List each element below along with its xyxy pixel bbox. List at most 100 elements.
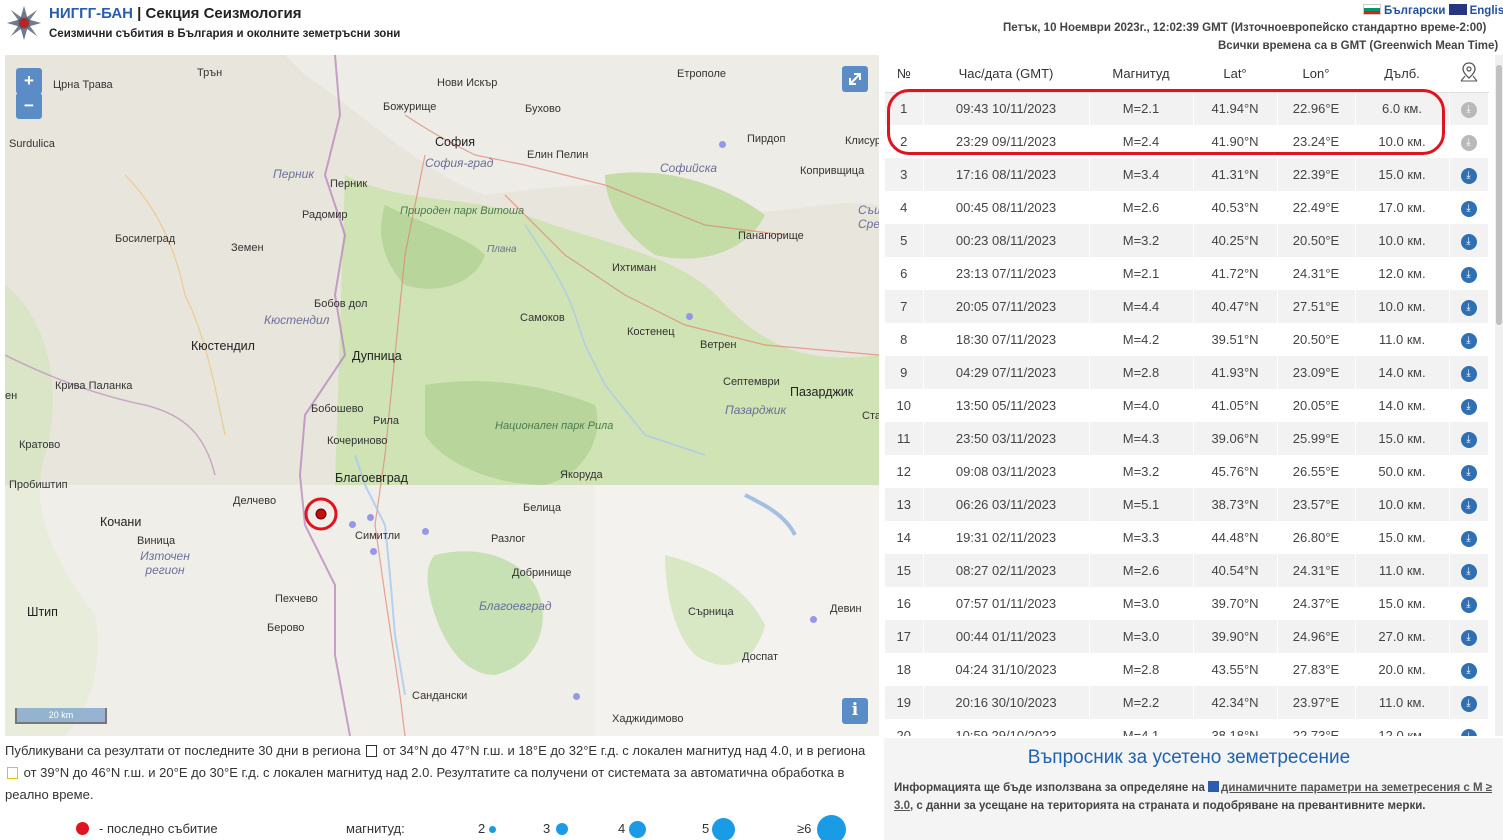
row-download-cell[interactable]: ⤓ [1449,224,1489,257]
download-icon[interactable]: ⤓ [1460,662,1477,679]
map-label: Бухово [525,103,561,115]
download-icon[interactable]: ⤓ [1460,497,1477,514]
table-row[interactable]: 9 04:29 07/11/2023 M=2.8 41.93°N 23.09°E 14.0… [885,356,1489,389]
row-download-cell[interactable]: ⤓ [1449,158,1489,191]
download-icon[interactable]: ⤓ [1460,365,1477,382]
fullscreen-button[interactable] [842,66,868,92]
download-icon[interactable]: ⤓ [1460,332,1477,349]
row-download-cell[interactable]: ⤓ [1449,389,1489,422]
download-icon[interactable]: ⤓ [1460,728,1477,736]
table-row[interactable]: 4 00:45 08/11/2023 M=2.6 40.53°N 22.49°E 17.0… [885,191,1489,224]
table-row[interactable]: 11 23:50 03/11/2023 M=4.3 39.06°N 25.99°E 15.… [885,422,1489,455]
download-icon[interactable]: ⤓ [1460,398,1477,415]
download-icon[interactable]: ⤓ [1460,563,1477,580]
row-download-cell[interactable]: ⤓ [1449,488,1489,521]
row-depth: 11.0 км. [1355,554,1450,587]
col-lon[interactable]: Lon° [1277,55,1355,93]
table-row[interactable]: 5 00:23 08/11/2023 M=3.2 40.25°N 20.50°E 10.0… [885,224,1489,257]
col-depth[interactable]: Дълб. [1355,55,1449,93]
row-download-cell[interactable]: ⤓ [1449,125,1489,158]
section-name: Секция Сеизмология [145,5,302,22]
org-name[interactable]: НИГГГ-БАН [49,5,133,22]
col-lat[interactable]: Lat° [1193,55,1277,93]
lang-bg-link[interactable]: Български [1384,5,1445,17]
info-icon[interactable]: i [842,698,868,724]
bulgarian-flag-icon[interactable] [1363,4,1381,15]
table-row[interactable]: 1 09:43 10/11/2023 M=2.1 41.94°N 22.96°E 6.0 … [885,92,1489,125]
lang-en-link[interactable]: English [1470,5,1503,17]
download-icon[interactable]: ⤓ [1460,596,1477,613]
download-icon[interactable]: ⤓ [1460,101,1477,118]
col-map[interactable] [1449,55,1488,93]
earthquake-marker[interactable] [367,514,374,521]
table-row[interactable]: 13 06:26 03/11/2023 M=5.1 38.73°N 23.57°E 10.… [885,488,1489,521]
row-download-cell[interactable]: ⤓ [1449,653,1489,686]
table-row[interactable]: 3 17:16 08/11/2023 M=3.4 41.31°N 22.39°E 15.0… [885,158,1489,191]
download-icon[interactable]: ⤓ [1460,695,1477,712]
table-row[interactable]: 14 19:31 02/11/2023 M=3.3 44.48°N 26.80°E 15.… [885,521,1489,554]
table-row[interactable]: 20 10:59 29/10/2023 M=4.1 38.18°N 22.73°E 12.… [885,719,1489,736]
row-download-cell[interactable]: ⤓ [1449,686,1489,719]
table-row[interactable]: 16 07:57 01/11/2023 M=3.0 39.70°N 24.37°E 15.… [885,587,1489,620]
row-download-cell[interactable]: ⤓ [1449,521,1489,554]
survey-title-link[interactable]: Въпросник за усетено земетресение [884,747,1494,769]
english-flag-icon[interactable] [1448,4,1467,15]
scrollbar-thumb[interactable] [1496,65,1502,325]
download-icon[interactable]: ⤓ [1460,134,1477,151]
earthquake-marker[interactable] [719,141,726,148]
row-lat: 40.47°N [1193,290,1278,323]
col-magnitude[interactable]: Магнитуд [1089,55,1193,93]
last-event-marker[interactable] [303,496,339,532]
download-icon[interactable]: ⤓ [1460,629,1477,646]
row-download-cell[interactable]: ⤓ [1449,719,1489,736]
row-download-cell[interactable]: ⤓ [1449,92,1489,125]
earthquake-marker[interactable] [686,313,693,320]
col-datetime[interactable]: Час/дата (GMT) [923,55,1089,93]
table-row[interactable]: 2 23:29 09/11/2023 M=2.4 41.90°N 23.24°E 10.0… [885,125,1489,158]
col-number[interactable]: № [885,55,923,93]
earthquake-marker[interactable] [349,521,356,528]
zoom-in-button[interactable]: + [16,68,42,94]
row-download-cell[interactable]: ⤓ [1449,257,1489,290]
earthquake-marker[interactable] [810,616,817,623]
download-icon[interactable]: ⤓ [1460,530,1477,547]
row-download-cell[interactable]: ⤓ [1449,620,1489,653]
map-label: Бобов дол [314,298,368,310]
row-download-cell[interactable]: ⤓ [1449,587,1489,620]
earthquake-marker[interactable] [422,528,429,535]
row-download-cell[interactable]: ⤓ [1449,323,1489,356]
table-row[interactable]: 8 18:30 07/11/2023 M=4.2 39.51°N 20.50°E 11.0… [885,323,1489,356]
seismic-map[interactable]: Трън Црна Трава Surdulica Нови Искър Бож… [5,55,879,736]
row-download-cell[interactable]: ⤓ [1449,554,1489,587]
earthquake-marker[interactable] [370,548,377,555]
row-download-cell[interactable]: ⤓ [1449,455,1489,488]
row-lat: 38.73°N [1193,488,1278,521]
download-icon[interactable]: ⤓ [1460,167,1477,184]
download-icon[interactable]: ⤓ [1460,233,1477,250]
row-download-cell[interactable]: ⤓ [1449,356,1489,389]
row-download-cell[interactable]: ⤓ [1449,422,1489,455]
table-row[interactable]: 18 04:24 31/10/2023 M=2.8 43.55°N 27.83°E 20.… [885,653,1489,686]
download-icon[interactable]: ⤓ [1460,299,1477,316]
table-row[interactable]: 19 20:16 30/10/2023 M=2.2 42.34°N 23.97°E 11.… [885,686,1489,719]
download-icon[interactable]: ⤓ [1460,464,1477,481]
events-table-panel[interactable]: № Час/дата (GMT) Магнитуд Lat° Lon° Дълб… [885,55,1495,736]
table-row[interactable]: 7 20:05 07/11/2023 M=4.4 40.47°N 27.51°E 10.0… [885,290,1489,323]
table-row[interactable]: 12 09:08 03/11/2023 M=3.2 45.76°N 26.55°E 50.… [885,455,1489,488]
row-lon: 24.96°E [1277,620,1356,653]
row-download-cell[interactable]: ⤓ [1449,290,1489,323]
table-row[interactable]: 15 08:27 02/11/2023 M=2.6 40.54°N 24.31°E 11.… [885,554,1489,587]
download-icon[interactable]: ⤓ [1460,431,1477,448]
table-scrollbar[interactable] [1495,55,1503,736]
table-row[interactable]: 17 00:44 01/11/2023 M=3.0 39.90°N 24.96°E 27.… [885,620,1489,653]
download-icon[interactable]: ⤓ [1460,266,1477,283]
row-download-cell[interactable]: ⤓ [1449,191,1489,224]
map-park-label: Природен парк Витоша [400,205,525,217]
table-row[interactable]: 10 13:50 05/11/2023 M=4.0 41.05°N 20.05°E 14.… [885,389,1489,422]
earthquake-marker[interactable] [573,693,580,700]
download-icon[interactable]: ⤓ [1460,200,1477,217]
zoom-out-button[interactable]: − [16,93,42,119]
table-row[interactable]: 6 23:13 07/11/2023 M=2.1 41.72°N 24.31°E 12.0… [885,257,1489,290]
row-datetime: 17:16 08/11/2023 [923,158,1090,191]
felt-survey-panel: Въпросник за усетено земетресение Информ… [884,738,1503,840]
